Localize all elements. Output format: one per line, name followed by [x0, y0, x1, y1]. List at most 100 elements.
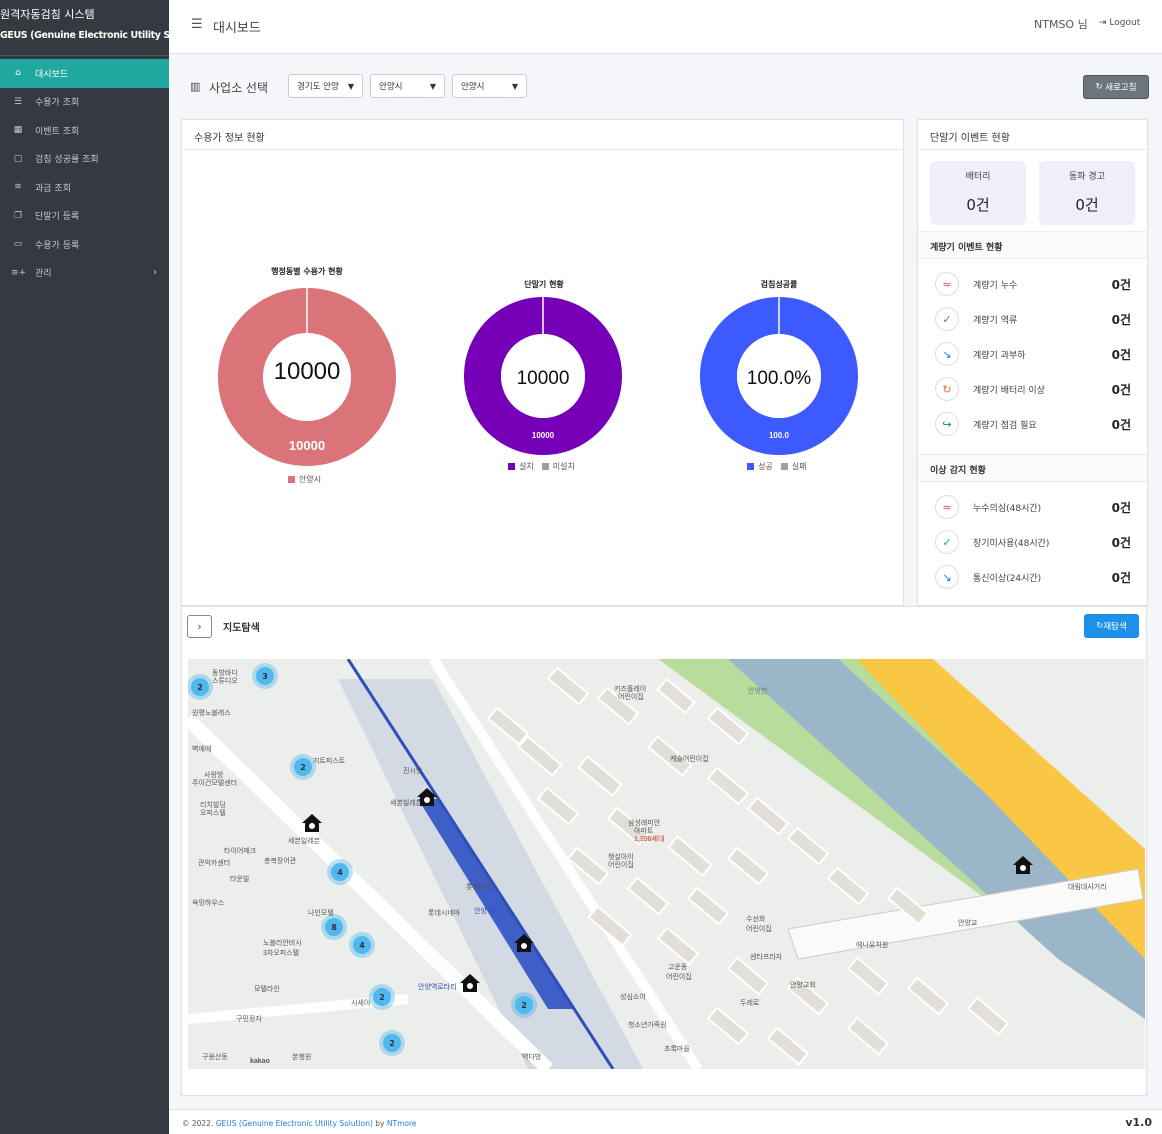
province-select-value: 경기도 안양	[297, 82, 339, 92]
map-label: 성심소어	[620, 992, 646, 1001]
map-label: 캐슬어린이집	[670, 754, 709, 763]
sidebar-item-terminal-register[interactable]: ❐ 단말기 등록	[0, 202, 169, 231]
map-label: 센타프라자	[750, 952, 783, 961]
map-label: 스튜디오	[212, 676, 238, 685]
top-navbar: ☰ 대시보드 NTMSO 님 ⇥ Logout	[169, 0, 1162, 54]
cluster-marker[interactable]: 4	[349, 932, 375, 958]
slice-data-label: 10000	[289, 438, 325, 453]
map-label: 동방바디	[212, 668, 238, 677]
map-label: 타이어매크	[224, 846, 257, 855]
legend-success-rate[interactable]: 성공 실패	[747, 461, 806, 472]
meter-event-value: 0건	[1111, 347, 1131, 362]
meter-event-row: ↻ 계량기 배터리 이상 0건	[935, 376, 1131, 402]
map-label: 두레로	[740, 998, 760, 1007]
city-select[interactable]: 안양시 ▼	[370, 74, 445, 98]
map-label: 총복장어관	[264, 856, 297, 865]
cluster-marker[interactable]: 2	[188, 674, 213, 700]
map-label: 구민정자	[236, 1014, 262, 1023]
chevron-down-icon: ▼	[511, 81, 518, 91]
cluster-marker[interactable]: 8	[321, 914, 347, 940]
legend-swatch	[780, 463, 788, 470]
meter-event-label: 계량기 역류	[973, 315, 1018, 326]
app-title: 원격자동검침 시스템	[0, 8, 95, 21]
gear-icon	[521, 943, 527, 949]
legend-label: 안양시	[299, 475, 322, 484]
check-icon: ✓	[935, 307, 959, 331]
donut-center-value: 10000	[274, 358, 341, 385]
map-label: 대림대사거리	[1068, 882, 1107, 891]
anomaly-value: 0건	[1111, 535, 1131, 550]
map-toggle-button[interactable]: ›	[187, 615, 212, 638]
sidebar-item-consumer-search[interactable]: ☰ 수용가 조회	[0, 88, 169, 117]
grid-icon: ▦	[13, 125, 23, 136]
overload-icon: ↘	[935, 565, 959, 589]
map-label: 에나유치원	[856, 940, 888, 949]
meter-event-label: 계량기 누수	[973, 280, 1018, 291]
legend-label: 실패	[791, 462, 807, 471]
sidebar-item-label: 대시보드	[35, 69, 69, 80]
sidebar-item-label: 과금 조회	[35, 183, 71, 194]
cluster-count: 2	[389, 1039, 395, 1048]
rescan-button[interactable]: ↻ 재탐색	[1084, 614, 1139, 638]
sidebar-item-label: 수용가 등록	[35, 240, 80, 251]
sidebar-item-billing[interactable]: ≋ 과금 조회	[0, 173, 169, 202]
map-label: 구용산동	[202, 1052, 228, 1061]
hamburger-menu-icon[interactable]: ☰	[191, 17, 203, 32]
meter-event-title: 계량기 이벤트 현황	[918, 231, 1147, 259]
sidebar-item-consumer-register[interactable]: ▭ 수용가 등록	[0, 230, 169, 259]
site-selection-bar: ▥ 사업소 선택 경기도 안양 ▼ 안양시 ▼ 안양시 ▼ ↻ 새로고침	[169, 70, 1162, 104]
sidebar-item-event-search[interactable]: ▦ 이벤트 조회	[0, 116, 169, 145]
anomaly-value: 0건	[1111, 570, 1131, 585]
map-label: 어린이집	[618, 692, 644, 701]
footer: © 2022. GEUS (Genuine Electronic Utility…	[169, 1109, 1162, 1134]
sidebar-item-success-rate[interactable]: ▢ 검침 성공률 조회	[0, 145, 169, 174]
company-link[interactable]: NTmore	[387, 1119, 417, 1128]
share-icon: ↪	[935, 412, 959, 436]
donut-center-value: 100.0%	[747, 368, 812, 389]
site-selection-label: 사업소 선택	[209, 81, 269, 95]
map-view[interactable]: 동방바디 스튜디오 원평노블레스 벽에에 사랑방 주이건모텔센터 리치빌딩 오피…	[188, 659, 1145, 1069]
province-select[interactable]: 경기도 안양 ▼	[288, 74, 363, 98]
map-label: 안양역사	[474, 906, 500, 915]
district-select[interactable]: 안양시 ▼	[452, 74, 527, 98]
meter-event-value: 0건	[1111, 277, 1131, 292]
cluster-marker[interactable]: 4	[327, 859, 353, 885]
legend-label: 설치	[519, 462, 534, 471]
map-label: 햇살아이	[608, 852, 634, 861]
map-label: 안양교회	[790, 980, 816, 989]
meter-event-value: 0건	[1111, 417, 1131, 432]
donut-center-value: 10000	[517, 368, 570, 389]
cluster-marker[interactable]: 2	[379, 1030, 405, 1056]
page-title: 대시보드	[213, 21, 261, 36]
product-link[interactable]: GEUS (Genuine Electronic Utility Solutio…	[216, 1119, 373, 1128]
legend-terminal[interactable]: 설치 미설치	[508, 461, 575, 472]
map-canvas[interactable]: 동방바디 스튜디오 원평노블레스 벽에에 사랑방 주이건모텔센터 리치빌딩 오피…	[188, 659, 1145, 1069]
sidebar-item-manage[interactable]: ≡+ 관리 ›	[0, 259, 169, 288]
map-label: 수선화	[746, 914, 766, 923]
sidebar-item-dashboard[interactable]: ⌂ 대시보드	[0, 59, 169, 88]
cluster-marker[interactable]: 2	[369, 984, 395, 1010]
kakao-logo: kakao	[250, 1058, 270, 1065]
coins-icon: ≋	[14, 182, 22, 193]
chevron-down-icon: ▼	[347, 81, 354, 91]
cluster-marker[interactable]: 3	[252, 663, 278, 689]
map-label: 욕망하우스	[192, 898, 225, 907]
user-name: NTMSO 님	[1034, 18, 1088, 31]
cluster-marker[interactable]: 2	[511, 992, 537, 1018]
add-list-icon: ≡+	[11, 267, 27, 278]
slice-data-label: 100.0	[769, 431, 790, 440]
logout-label: Logout	[1109, 18, 1141, 28]
logout-link[interactable]: ⇥ Logout	[1099, 18, 1140, 28]
map-label: 주이건모텔센터	[192, 778, 237, 787]
refresh-icon: ↻	[1096, 621, 1104, 631]
legend-district[interactable]: 안양시	[288, 474, 321, 485]
clipboard-icon: ▭	[13, 239, 23, 250]
anomaly-label: 누수의심(48시간)	[973, 503, 1042, 514]
cluster-marker[interactable]: 2	[290, 754, 316, 780]
map-label: 안양교	[958, 918, 978, 927]
donut-charts: 10000 10000 10000 10000 100.0% 100.0	[218, 288, 858, 466]
refresh-button[interactable]: ↻ 새로고침	[1083, 75, 1149, 99]
map-label: 1,398세대	[634, 834, 664, 843]
leak-icon: ≈	[935, 495, 959, 519]
sidebar: 원격자동검침 시스템 GEUS (Genuine Electronic Util…	[0, 0, 209, 1134]
